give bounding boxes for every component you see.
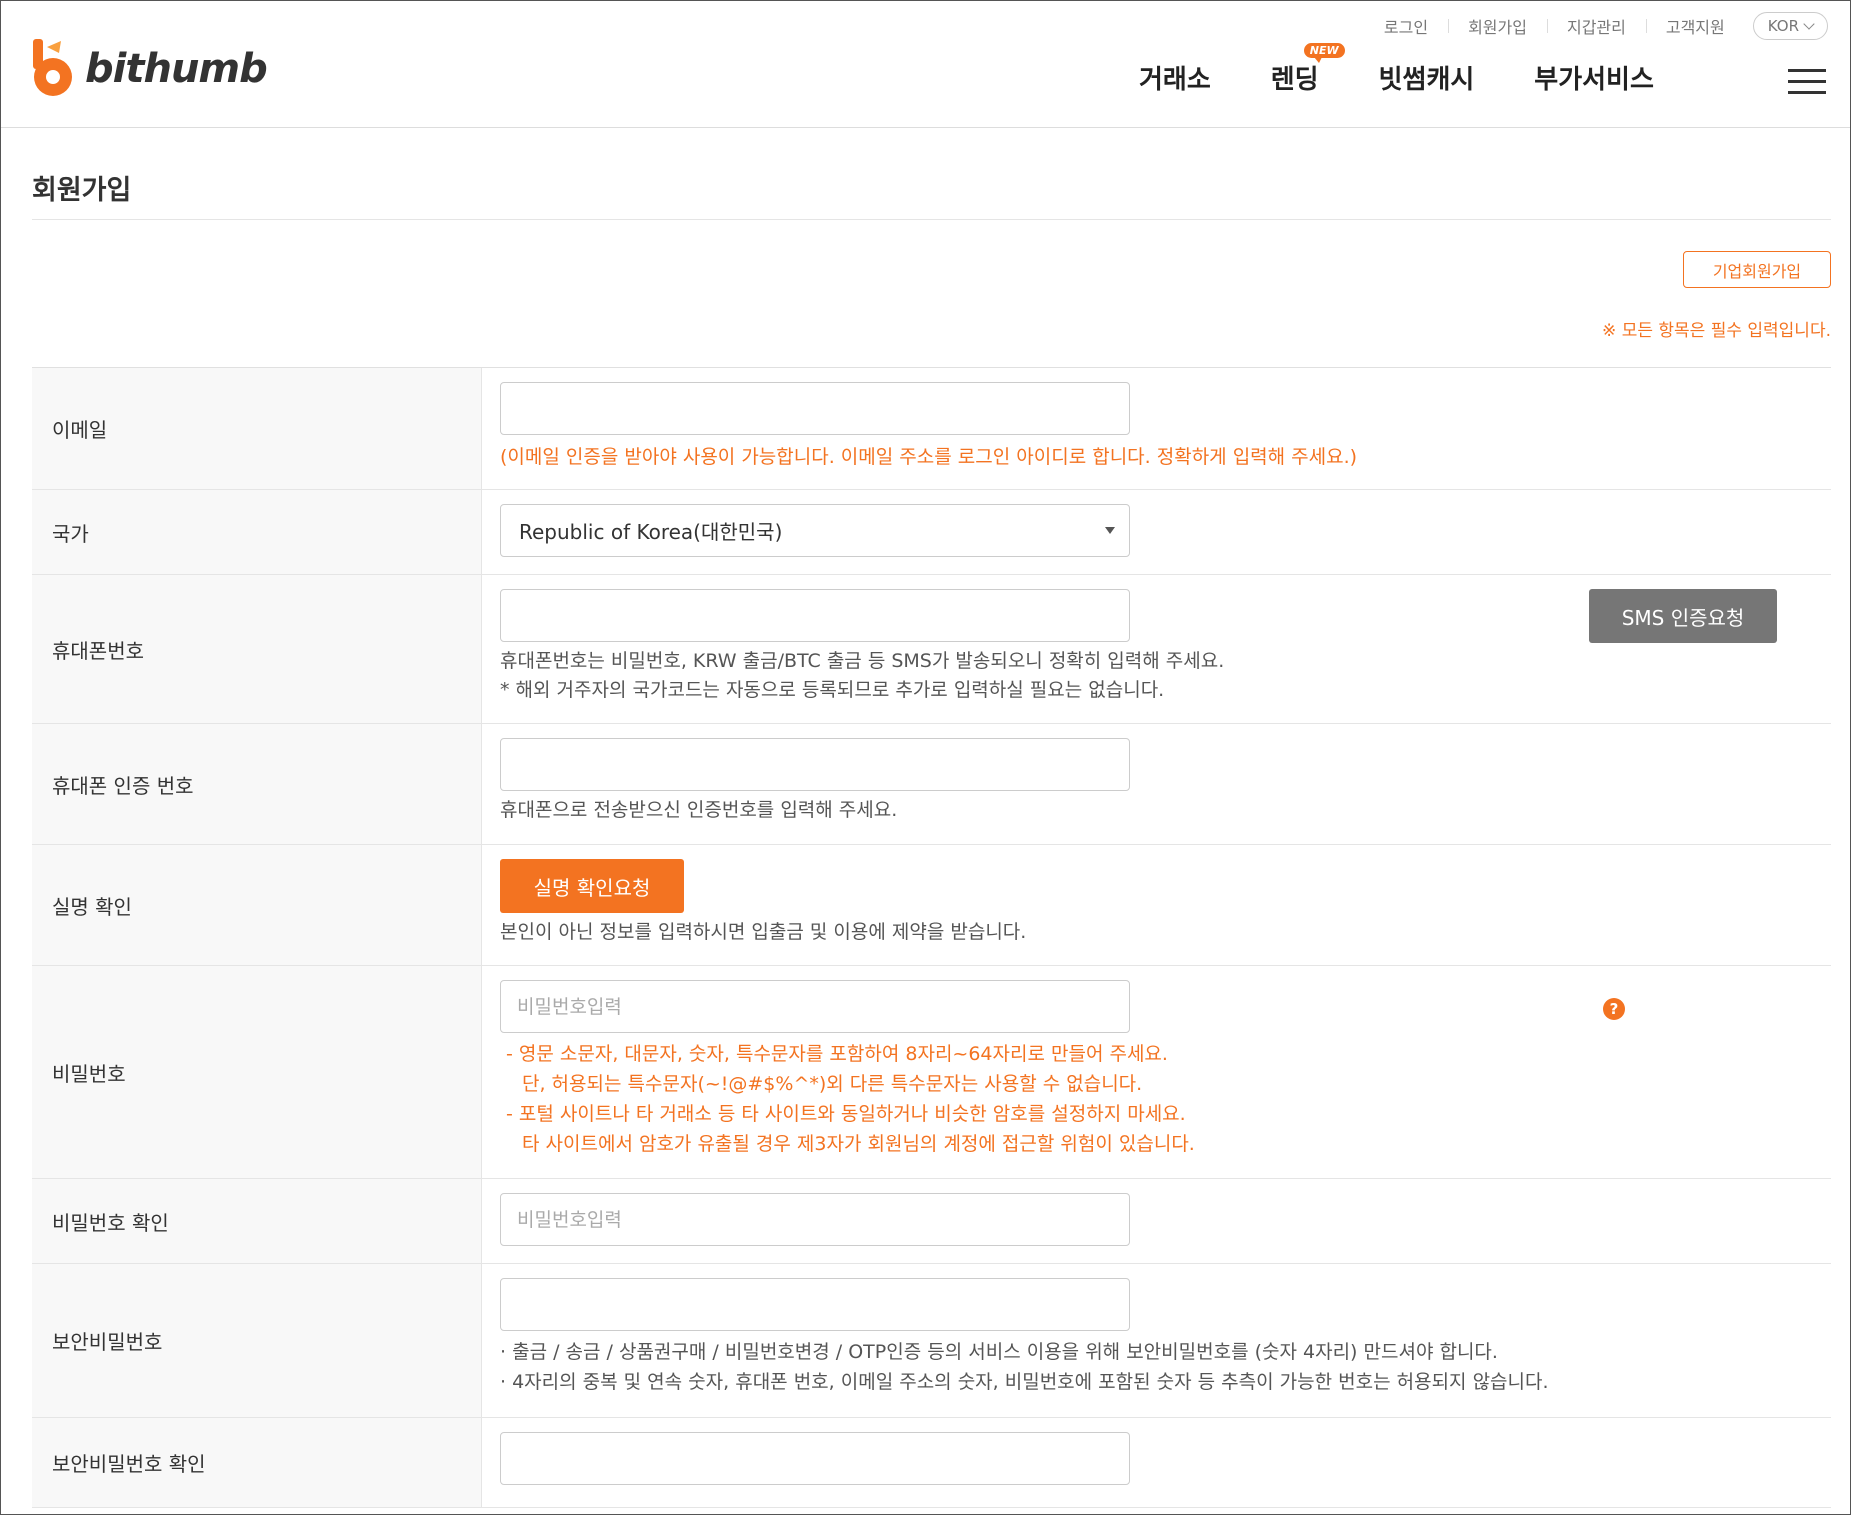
- password-label: 비밀번호: [32, 966, 482, 1178]
- security-pw-note: 출금 / 송금 / 상품권구매 / 비밀번호변경 / OTP인증 등의 서비스 …: [500, 1337, 1831, 1367]
- wallet-link[interactable]: 지갑관리: [1546, 14, 1646, 38]
- password-input[interactable]: [500, 980, 1130, 1033]
- security-pw-input[interactable]: [500, 1278, 1130, 1331]
- nav-label: 렌딩: [1270, 65, 1319, 95]
- nav-label: 부가서비스: [1534, 65, 1654, 95]
- security-pw-confirm-row: 보안비밀번호 확인: [32, 1418, 1831, 1508]
- security-pw-confirm-input[interactable]: [500, 1432, 1130, 1485]
- security-pw-label: 보안비밀번호: [32, 1264, 482, 1417]
- nav-extra-services[interactable]: 부가서비스: [1534, 59, 1654, 96]
- email-help: (이메일 인증을 받아야 사용이 가능합니다. 이메일 주소를 로그인 아이디로…: [500, 446, 1358, 468]
- country-row: 국가 Republic of Korea(대한민국): [32, 490, 1831, 575]
- phone-code-row: 휴대폰 인증 번호 휴대폰으로 전송받으신 인증번호를 입력해 주세요.: [32, 724, 1831, 845]
- support-link[interactable]: 고객지원: [1645, 14, 1745, 38]
- country-select[interactable]: Republic of Korea(대한민국): [500, 504, 1130, 557]
- login-link[interactable]: 로그인: [1364, 14, 1448, 38]
- password-confirm-label: 비밀번호 확인: [32, 1179, 482, 1263]
- phone-help-overseas: * 해외 거주자의 국가코드는 자동으로 등록되므로 추가로 입력하실 필요는 …: [500, 679, 1165, 701]
- language-label: KOR: [1767, 17, 1799, 35]
- realname-row: 실명 확인 실명 확인요청 본인이 아닌 정보를 입력하시면 입출금 및 이용에…: [32, 845, 1831, 966]
- nav-bithumb-cash[interactable]: 빗썸캐시: [1379, 59, 1475, 96]
- password-confirm-row: 비밀번호 확인: [32, 1179, 1831, 1264]
- password-rule: - 포털 사이트나 타 거래소 등 타 사이트와 동일하거나 비슷한 암호를 설…: [506, 1103, 1186, 1125]
- nav-label: 거래소: [1139, 65, 1211, 95]
- bithumb-logo[interactable]: bithumb: [31, 39, 268, 99]
- hamburger-menu-icon[interactable]: [1788, 69, 1826, 95]
- bithumb-logo-icon: [31, 39, 75, 99]
- required-note: ※ 모든 항목은 필수 입력입니다.: [1602, 321, 1831, 341]
- password-rule: - 영문 소문자, 대문자, 숫자, 특수문자를 포함하여 8자리~64자리로 …: [506, 1043, 1168, 1065]
- phone-row: 휴대폰번호 SMS 인증요청 휴대폰번호는 비밀번호, KRW 출금/BTC 출…: [32, 575, 1831, 724]
- password-confirm-input[interactable]: [500, 1193, 1130, 1246]
- question-mark-icon[interactable]: ?: [1603, 998, 1625, 1020]
- nav-exchange[interactable]: 거래소: [1139, 59, 1211, 96]
- realname-label: 실명 확인: [32, 845, 482, 965]
- realname-verify-button[interactable]: 실명 확인요청: [500, 859, 684, 913]
- email-row: 이메일 (이메일 인증을 받아야 사용이 가능합니다. 이메일 주소를 로그인 …: [32, 368, 1831, 490]
- logo-text: bithumb: [85, 46, 268, 92]
- phone-code-help: 휴대폰으로 전송받으신 인증번호를 입력해 주세요.: [500, 799, 898, 821]
- realname-help: 본인이 아닌 정보를 입력하시면 입출금 및 이용에 제약을 받습니다.: [500, 921, 1027, 943]
- security-pw-row: 보안비밀번호 출금 / 송금 / 상품권구매 / 비밀번호변경 / OTP인증 …: [32, 1264, 1831, 1418]
- password-rules: - 영문 소문자, 대문자, 숫자, 특수문자를 포함하여 8자리~64자리로 …: [500, 1039, 1831, 1159]
- phone-label: 휴대폰번호: [32, 575, 482, 723]
- corporate-signup-button[interactable]: 기업회원가입: [1683, 251, 1831, 288]
- security-pw-note: 4자리의 중복 및 연속 숫자, 휴대폰 번호, 이메일 주소의 숫자, 비밀번…: [500, 1367, 1831, 1397]
- utility-menu: 로그인 회원가입 지갑관리 고객지원 KOR: [1364, 12, 1850, 40]
- sms-request-button[interactable]: SMS 인증요청: [1589, 589, 1777, 643]
- nav-lending[interactable]: 렌딩 NEW: [1270, 43, 1345, 96]
- site-header: bithumb 로그인 회원가입 지갑관리 고객지원 KOR 거래소 렌딩 NE…: [1, 1, 1850, 128]
- new-badge: NEW: [1303, 43, 1345, 63]
- phone-code-label: 휴대폰 인증 번호: [32, 724, 482, 844]
- page-title: 회원가입: [32, 175, 132, 206]
- password-row: 비밀번호 ? - 영문 소문자, 대문자, 숫자, 특수문자를 포함하여 8자리…: [32, 966, 1831, 1179]
- nav-label: 빗썸캐시: [1378, 65, 1475, 95]
- signup-link[interactable]: 회원가입: [1448, 14, 1547, 38]
- email-input[interactable]: [500, 382, 1130, 435]
- language-selector[interactable]: KOR: [1752, 12, 1828, 40]
- phone-code-input[interactable]: [500, 738, 1130, 791]
- signup-form: 이메일 (이메일 인증을 받아야 사용이 가능합니다. 이메일 주소를 로그인 …: [32, 367, 1831, 1508]
- caret-down-icon: [1105, 527, 1115, 534]
- password-rule: 단, 허용되는 특수문자(~!@#$%^*)외 다른 특수문자는 사용할 수 없…: [522, 1073, 1143, 1095]
- phone-help: 휴대폰번호는 비밀번호, KRW 출금/BTC 출금 등 SMS가 발송되오니 …: [500, 650, 1225, 672]
- security-pw-notes: 출금 / 송금 / 상품권구매 / 비밀번호변경 / OTP인증 등의 서비스 …: [500, 1337, 1831, 1397]
- email-label: 이메일: [32, 368, 482, 489]
- chevron-down-icon: [1803, 18, 1815, 30]
- password-rule: 타 사이트에서 암호가 유출될 경우 제3자가 회원님의 계정에 접근할 위험이…: [522, 1133, 1195, 1155]
- country-selected-value: Republic of Korea(대한민국): [519, 520, 783, 544]
- country-label: 국가: [32, 490, 482, 574]
- divider: [32, 219, 1831, 220]
- main-nav: 거래소 렌딩 NEW 빗썸캐시 부가서비스: [1139, 43, 1654, 96]
- phone-input[interactable]: [500, 589, 1130, 642]
- security-pw-confirm-label: 보안비밀번호 확인: [32, 1418, 482, 1507]
